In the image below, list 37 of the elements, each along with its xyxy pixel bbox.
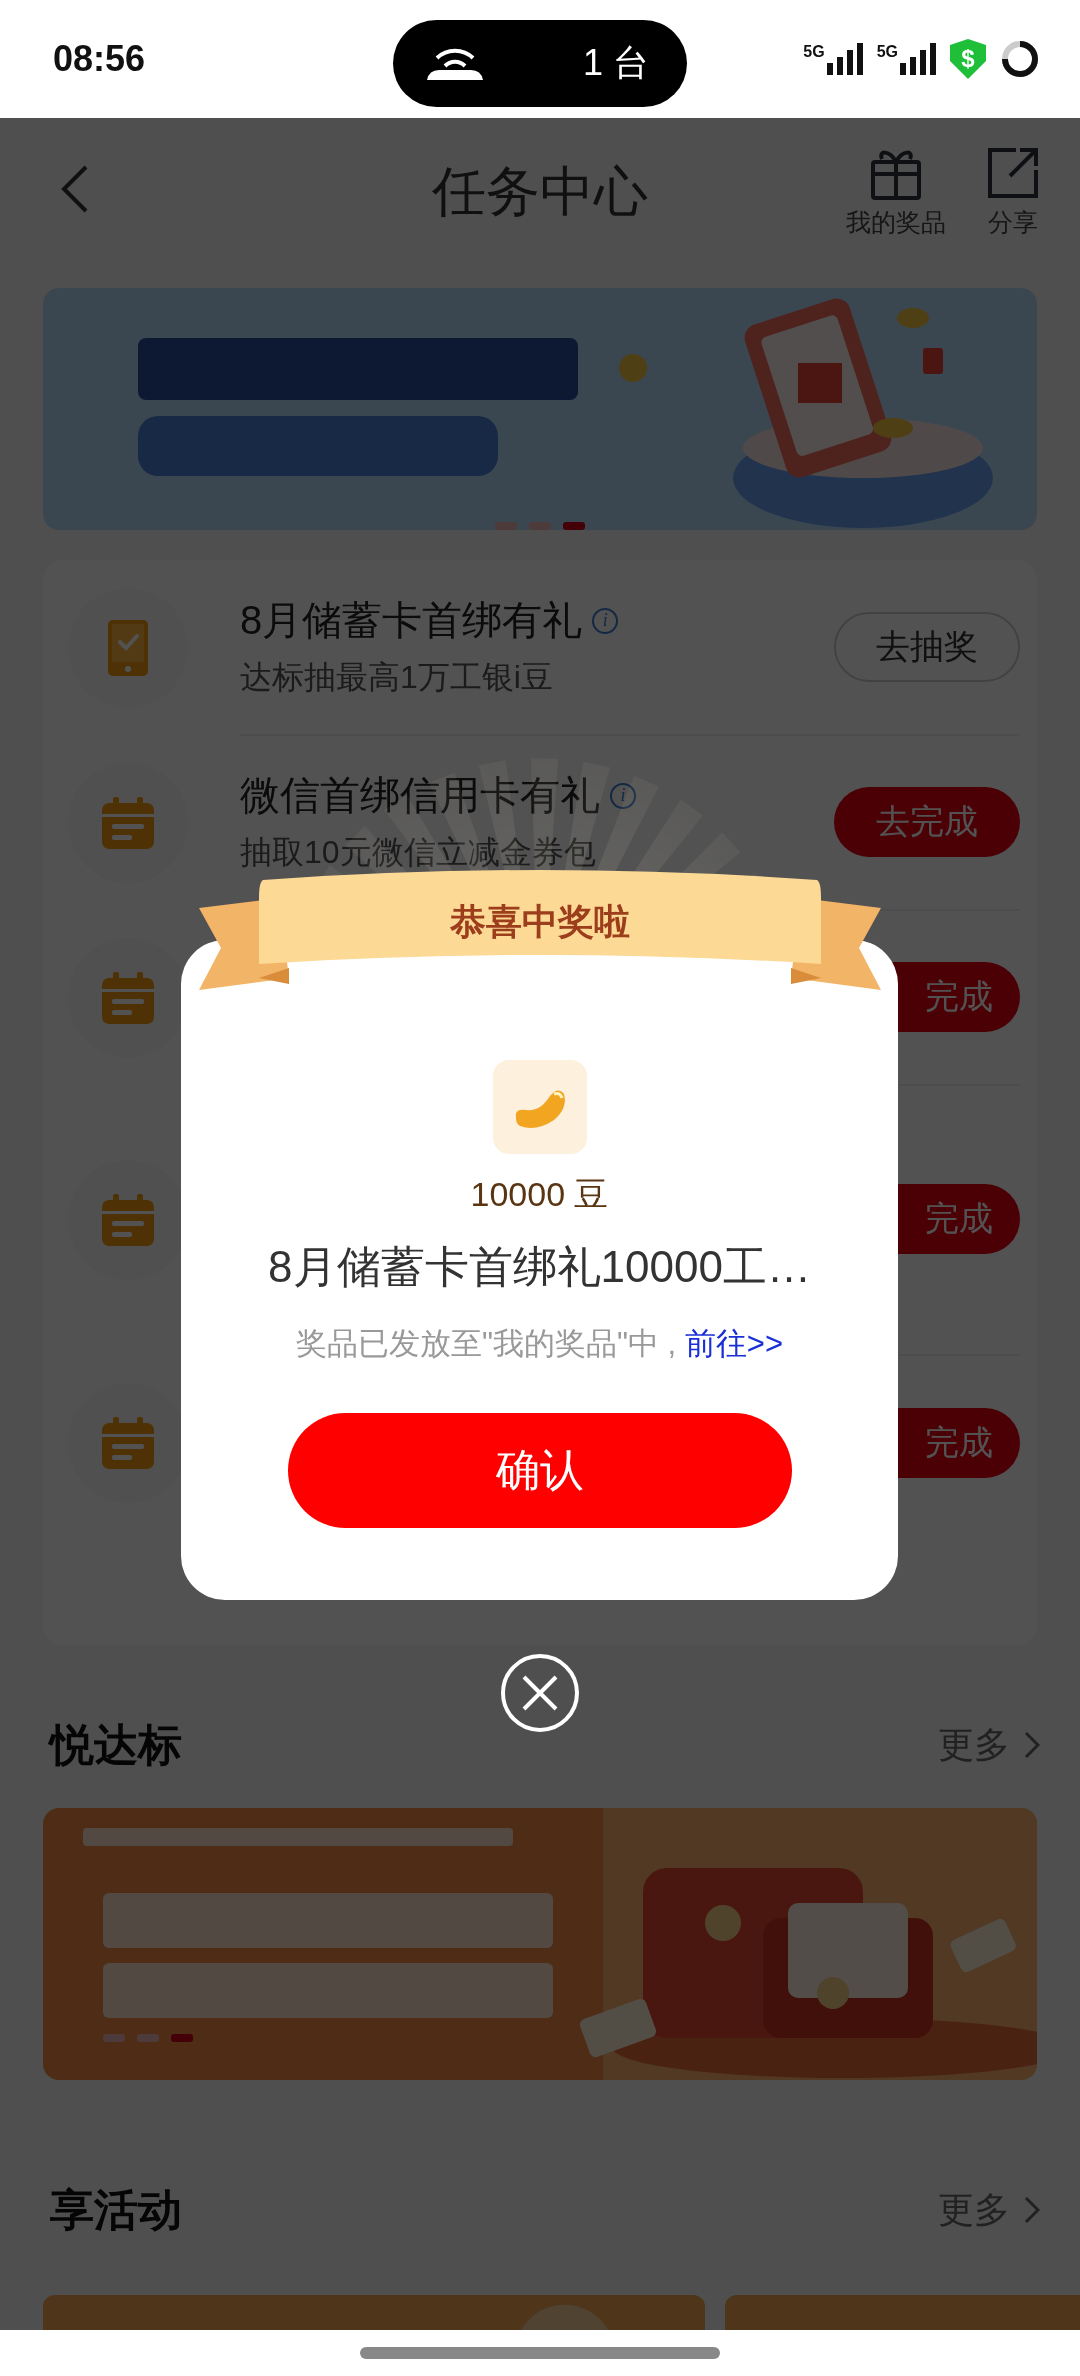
- prize-amount: 10000 豆: [470, 1174, 609, 1215]
- calendar-icon: [102, 971, 154, 1024]
- prize-name: 8月储蓄卡首绑礼10000工…: [268, 1241, 811, 1293]
- network-label: 5G: [876, 43, 898, 61]
- info-icon[interactable]: i: [610, 782, 636, 809]
- chevron-right-icon: [1024, 1731, 1040, 1759]
- task-button[interactable]: 去完成: [834, 786, 1020, 857]
- device-count: 1 台: [582, 41, 649, 85]
- signal-icon: [826, 43, 863, 75]
- security-shield-icon: $: [950, 39, 986, 79]
- task-title: 8月储蓄卡首绑有礼: [240, 597, 583, 644]
- calendar-icon: [102, 1416, 154, 1469]
- section-title: 悦达标: [50, 1718, 182, 1771]
- section-title: 享活动: [50, 2183, 182, 2236]
- task-button[interactable]: 去抽奖: [834, 611, 1020, 682]
- close-icon[interactable]: [500, 1653, 580, 1733]
- back-icon[interactable]: [60, 163, 90, 215]
- signal-icon: [900, 43, 936, 75]
- task-title: 微信首绑信用卡有礼: [240, 772, 600, 819]
- calendar-icon: [102, 1194, 154, 1246]
- header-action[interactable]: 分享: [986, 146, 1040, 239]
- prize-notice: 奖品已发放至"我的奖品"中 , 前往>>: [295, 1325, 784, 1363]
- network-label: 5G: [803, 43, 825, 61]
- bean-icon: [492, 1060, 587, 1154]
- page-title: 任务中心: [432, 161, 648, 221]
- dialog-title: 恭喜中奖啦: [449, 901, 630, 942]
- share-icon: [986, 146, 1040, 200]
- go-link[interactable]: 前往>>: [684, 1326, 784, 1361]
- header-action[interactable]: 我的奖品: [846, 146, 946, 239]
- info-icon[interactable]: i: [592, 607, 619, 634]
- home-indicator[interactable]: [360, 2347, 720, 2359]
- phone-check-icon: [108, 619, 148, 676]
- chevron-right-icon: [1024, 2196, 1040, 2224]
- status-time: 08:56: [53, 38, 146, 80]
- confirm-button[interactable]: 确认: [287, 1413, 792, 1528]
- calendar-icon: [102, 796, 154, 849]
- progress-ring-icon: [1000, 39, 1040, 79]
